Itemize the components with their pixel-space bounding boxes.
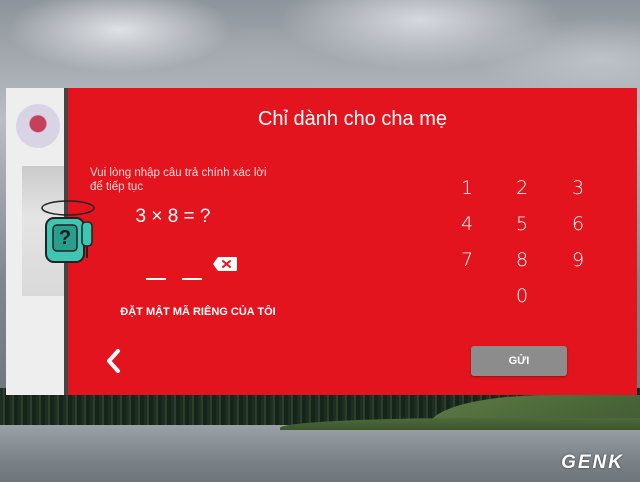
lock-mascot-icon: ?: [41, 200, 95, 263]
watermark: GENK: [561, 452, 624, 473]
key-5[interactable]: 5: [507, 210, 537, 238]
answer-input[interactable]: [146, 260, 216, 284]
profile-avatar-icon[interactable]: [16, 104, 60, 148]
math-question: 3 × 8 = ?: [135, 206, 211, 227]
svg-text:?: ?: [59, 227, 71, 249]
key-0[interactable]: 0: [507, 282, 537, 310]
key-8[interactable]: 8: [507, 246, 537, 274]
key-7[interactable]: 7: [452, 246, 482, 274]
number-keypad: 1 2 3 4 5 6 7 8 9 0: [436, 174, 596, 314]
set-custom-pin-link[interactable]: ĐẶT MẬT MÃ RIÊNG CỦA TÔI: [98, 306, 298, 318]
key-1[interactable]: 1: [452, 174, 482, 202]
key-3[interactable]: 3: [563, 174, 593, 202]
key-9[interactable]: 9: [563, 246, 593, 274]
chevron-left-icon[interactable]: [102, 346, 126, 376]
answer-digit-1: [146, 278, 166, 280]
key-2[interactable]: 2: [507, 174, 537, 202]
dialog-title: Chỉ dành cho cha mẹ: [257, 108, 447, 130]
send-button[interactable]: GỬI: [471, 346, 567, 376]
key-6[interactable]: 6: [563, 210, 593, 238]
backspace-icon[interactable]: [212, 256, 238, 272]
parent-gate-dialog: Chỉ dành cho cha mẹ ? Vui lòng nhập câu …: [41, 88, 637, 395]
key-4[interactable]: 4: [452, 210, 482, 238]
lake: [0, 425, 640, 482]
answer-digit-2: [182, 278, 202, 280]
instructions-text: Vui lòng nhập câu trả chính xác lời để t…: [90, 167, 267, 193]
